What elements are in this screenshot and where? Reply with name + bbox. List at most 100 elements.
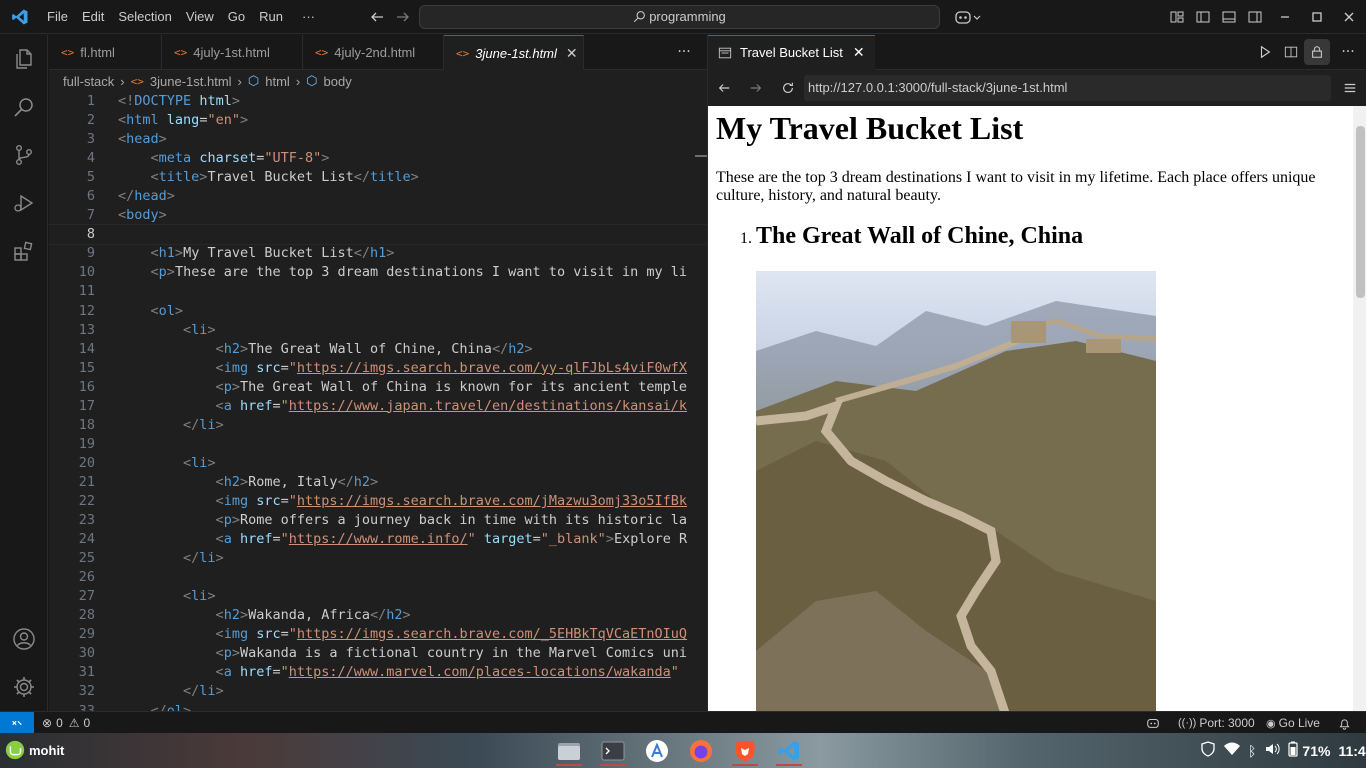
software-manager-icon[interactable] [640,735,674,766]
code-line[interactable]: 17 <a href="https://www.japan.travel/en/… [49,397,707,416]
more-actions-button[interactable]: ··· [661,35,707,69]
forward-arrow-icon[interactable] [740,75,772,101]
code-line[interactable]: 6 </head> [49,187,707,206]
code-line[interactable]: 22 <img src="https://imgs.search.brave.c… [49,492,707,511]
back-arrow-icon[interactable] [364,4,390,30]
battery-icon[interactable] [1288,741,1299,760]
menu-edit[interactable]: Edit [75,0,111,34]
code-line[interactable]: 5 <title>Travel Bucket List</title> [49,168,707,187]
brave-browser-icon[interactable] [728,735,762,766]
back-arrow-icon[interactable] [708,75,740,101]
menu-selection[interactable]: Selection [111,0,178,34]
code-line[interactable]: 1 <!DOCTYPE html> [49,92,707,111]
toggle-secondary-sidebar-icon[interactable] [1242,4,1268,30]
bluetooth-icon[interactable]: ᛒ [1248,743,1256,759]
terminal-app-icon[interactable] [596,735,630,766]
menu-go[interactable]: Go [221,0,252,34]
code-line[interactable]: 24 <a href="https://www.rome.info/" targ… [49,530,707,549]
breadcrumb-folder[interactable]: full-stack [63,74,114,89]
code-editor[interactable]: 1 <!DOCTYPE html> 2 <html lang="en"> 3 <head>… [49,92,707,711]
code-line[interactable]: 9 <h1>My Travel Bucket List</h1> [49,244,707,263]
toggle-panel-icon[interactable] [1216,4,1242,30]
url-input[interactable]: http://127.0.0.1:3000/full-stack/3june-1… [804,74,1331,101]
port-indicator[interactable]: ((·)) Port: 3000 [1178,712,1255,734]
tab-fl-html[interactable]: <> fl.html [49,35,162,70]
accounts-icon[interactable] [0,615,48,663]
code-line[interactable]: 21 <h2>Rome, Italy</h2> [49,473,707,492]
code-line[interactable]: 26 [49,568,707,587]
code-line[interactable]: 8 [49,224,707,246]
run-icon[interactable] [1252,39,1278,65]
reload-icon[interactable] [772,75,804,101]
split-editor-icon[interactable] [1278,39,1304,65]
code-line[interactable]: 10 <p>These are the top 3 dream destinat… [49,263,707,282]
code-line[interactable]: 12 <ol> [49,302,707,321]
firefox-icon[interactable] [684,735,718,766]
customize-layout-icon[interactable] [1164,4,1190,30]
clock[interactable]: 11:45 [1338,743,1366,759]
run-debug-icon[interactable] [0,179,48,227]
code-line[interactable]: 27 <li> [49,587,707,606]
code-line[interactable]: 11 [49,282,707,301]
forward-arrow-icon[interactable] [390,4,416,30]
files-app-icon[interactable] [552,735,586,766]
menu-more[interactable]: ··· [290,0,322,34]
copilot-icon[interactable] [950,4,986,30]
code-line[interactable]: 29 <img src="https://imgs.search.brave.c… [49,625,707,644]
scrollbar-thumb[interactable] [1356,126,1365,298]
close-tab-icon[interactable]: ✕ [853,44,865,61]
vscode-taskbar-icon[interactable] [772,735,806,766]
breadcrumb-html[interactable]: html [265,74,290,89]
code-line[interactable]: 30 <p>Wakanda is a fictional country in … [49,644,707,663]
code-line[interactable]: 13 <li> [49,321,707,340]
volume-icon[interactable] [1264,742,1281,759]
code-line[interactable]: 3 <head> [49,130,707,149]
page-scrollbar[interactable] [1353,106,1366,711]
code-line[interactable]: 7 <body> [49,206,707,225]
notifications-bell-icon[interactable] [1338,712,1351,734]
command-center-search[interactable]: programming [419,4,940,29]
tab-travel-bucket-list[interactable]: Travel Bucket List ✕ [708,34,875,70]
code-line[interactable]: 23 <p>Rome offers a journey back in time… [49,511,707,530]
settings-gear-icon[interactable] [0,663,48,711]
maximize-icon[interactable] [1302,4,1332,30]
hamburger-menu-icon[interactable] [1334,75,1366,101]
code-line[interactable]: 25 </li> [49,549,707,568]
start-menu-button[interactable]: mohit [4,739,64,761]
menu-view[interactable]: View [179,0,221,34]
code-line[interactable]: 19 [49,435,707,454]
code-line[interactable]: 2 <html lang="en"> [49,111,707,130]
search-icon[interactable] [0,83,48,131]
copilot-status-icon[interactable] [1146,712,1160,734]
source-control-icon[interactable] [0,131,48,179]
more-actions-icon[interactable]: ··· [1330,39,1366,65]
close-tab-icon[interactable]: ✕ [566,45,578,62]
code-line[interactable]: 32 </li> [49,682,707,701]
code-line[interactable]: 4 <meta charset="UTF-8"> [49,149,707,168]
lock-icon[interactable] [1304,39,1330,65]
close-window-icon[interactable] [1332,4,1366,30]
breadcrumb-body[interactable]: body [324,74,352,89]
code-line[interactable]: 14 <h2>The Great Wall of Chine, China</h… [49,340,707,359]
extensions-icon[interactable] [0,227,48,275]
code-line[interactable]: 16 <p>The Great Wall of China is known f… [49,378,707,397]
problems-indicator[interactable]: ⊗ 0 ⚠ 0 [42,712,90,734]
wifi-icon[interactable] [1224,742,1240,759]
go-live-button[interactable]: ◉ Go Live [1266,712,1320,734]
menu-file[interactable]: File [40,0,75,34]
tab-4july-1st-html[interactable]: <> 4july-1st.html [162,35,303,70]
tab-3june-1st-html[interactable]: <> 3june-1st.html ✕ [444,35,584,70]
code-line[interactable]: 31 <a href="https://www.marvel.com/place… [49,663,707,682]
explorer-icon[interactable] [0,35,48,83]
code-line[interactable]: 20 <li> [49,454,707,473]
code-line[interactable]: 33 </ol> [49,702,707,712]
tab-4july-2nd-html[interactable]: <> 4july-2nd.html [303,35,444,70]
code-line[interactable]: 28 <h2>Wakanda, Africa</h2> [49,606,707,625]
code-line[interactable]: 18 </li> [49,416,707,435]
breadcrumb-file[interactable]: 3june-1st.html [150,74,232,89]
remote-indicator[interactable] [0,712,34,734]
shield-icon[interactable] [1200,741,1216,760]
code-line[interactable]: 15 <img src="https://imgs.search.brave.c… [49,359,707,378]
menu-run[interactable]: Run [252,0,290,34]
minimize-icon[interactable] [1268,4,1302,30]
